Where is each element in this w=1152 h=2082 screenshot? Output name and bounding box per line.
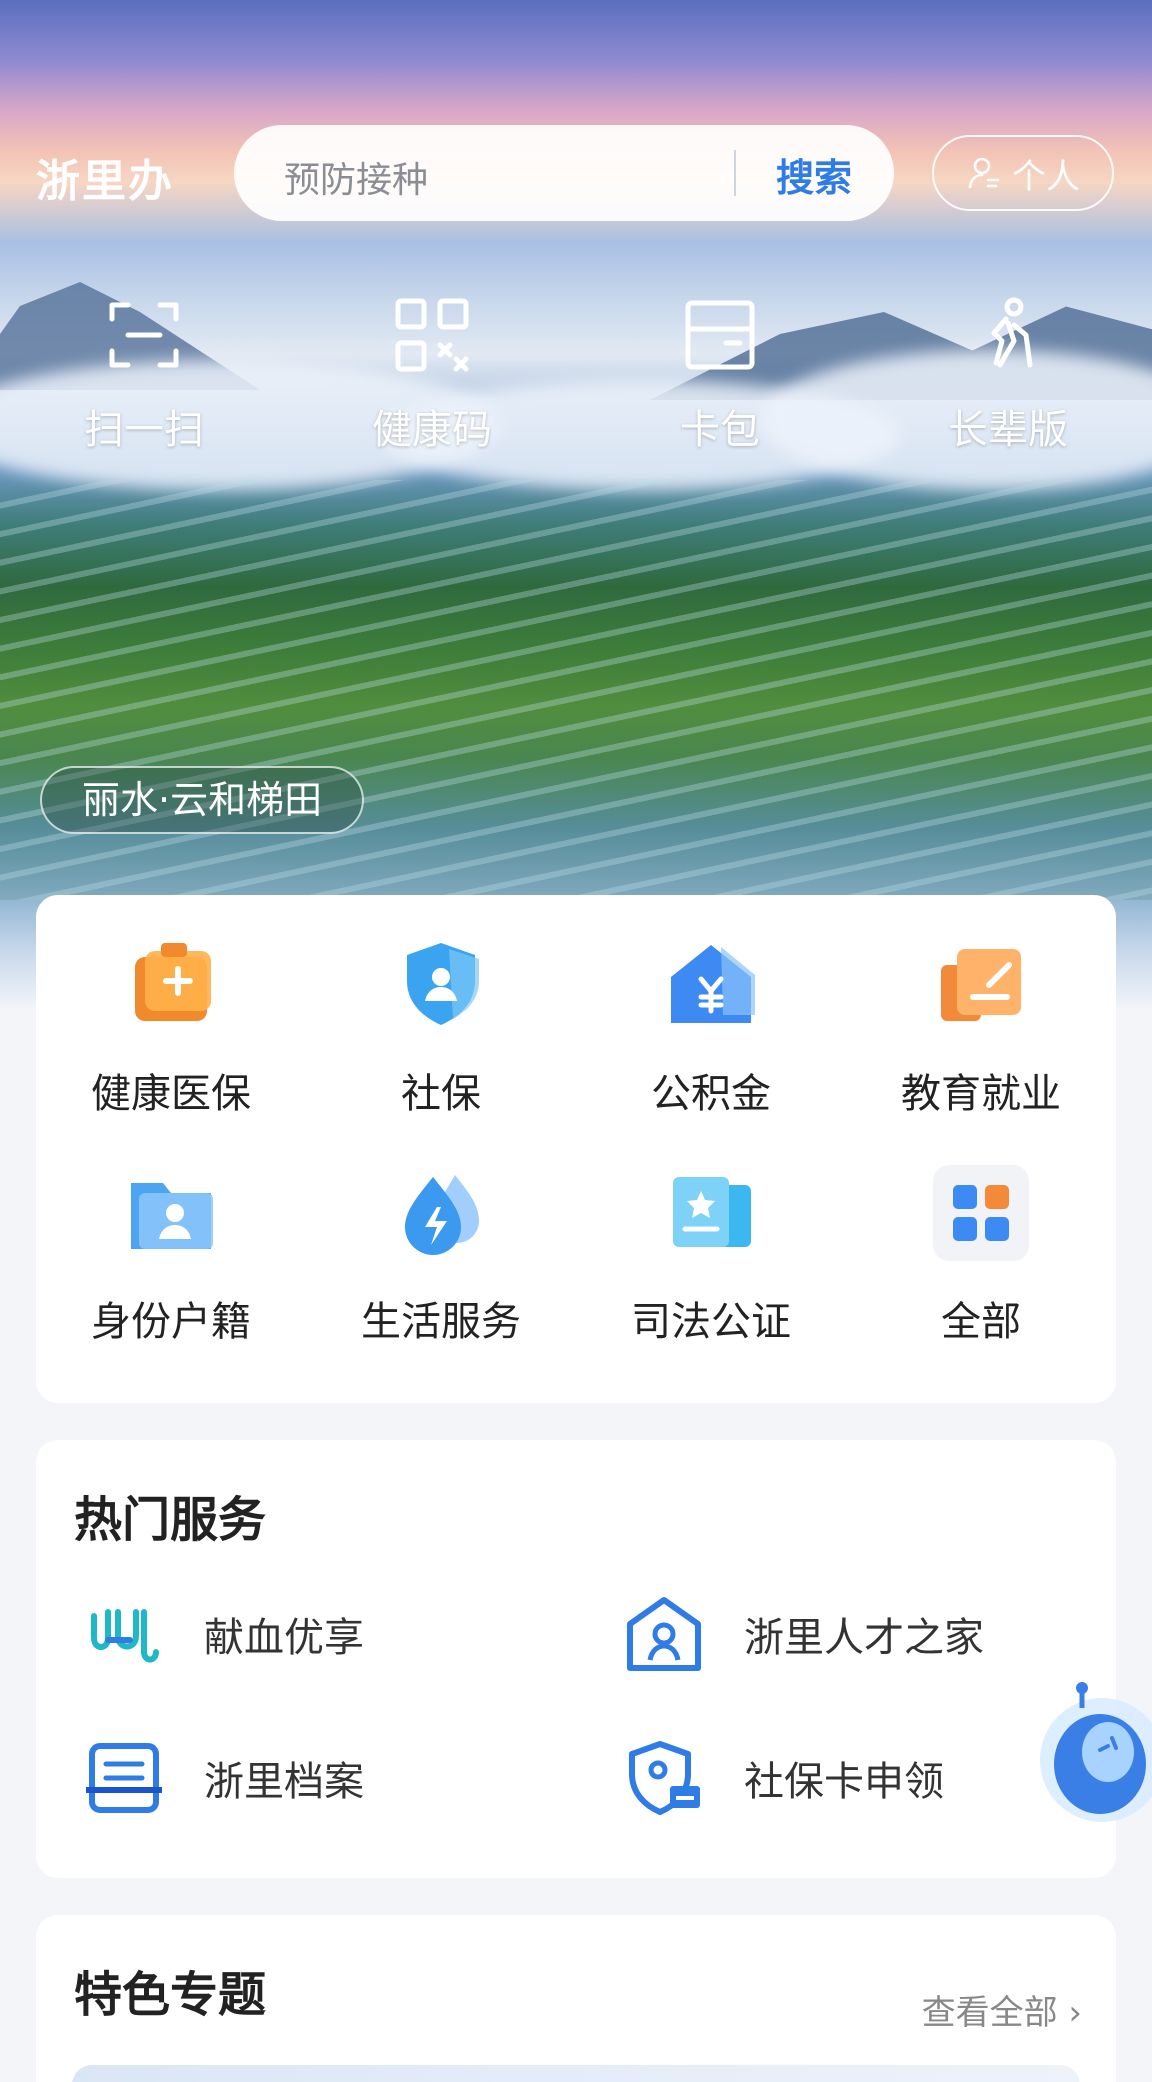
category-grid: 健康医保 社保 公积金 教育就业 身份户籍 生活服务 司法公证 全部 xyxy=(36,935,1116,1347)
featured-banner[interactable] xyxy=(72,2065,1080,2082)
talent-home-icon xyxy=(627,1597,701,1671)
service-category-card: 健康医保 社保 公积金 教育就业 身份户籍 生活服务 司法公证 全部 xyxy=(36,895,1116,1403)
hot-service-talent-home[interactable]: 浙里人才之家 xyxy=(576,1590,1116,1678)
quick-action-scan[interactable]: 扫一扫 xyxy=(0,295,288,455)
hot-service-label: 浙里人才之家 xyxy=(744,1615,984,1661)
quick-action-elder-mode[interactable]: 长辈版 xyxy=(864,295,1152,455)
category-label: 社保 xyxy=(401,1071,481,1117)
personal-label: 个人 xyxy=(1012,156,1080,197)
hot-service-label: 献血优享 xyxy=(204,1615,364,1661)
search-bar[interactable]: 预防接种 搜索 xyxy=(234,125,894,221)
personal-button[interactable]: 个人 xyxy=(932,135,1114,211)
blood-donation-icon xyxy=(91,1609,159,1663)
quick-action-health-code[interactable]: 健康码 xyxy=(288,295,576,455)
category-identity-household[interactable]: 身份户籍 xyxy=(36,1163,306,1347)
life-service-drop-icon xyxy=(405,1175,479,1255)
quick-action-label: 卡包 xyxy=(680,407,760,453)
category-judicial-notary[interactable]: 司法公证 xyxy=(576,1163,846,1347)
social-security-shield-icon xyxy=(407,943,479,1025)
elder-icon xyxy=(991,297,1033,368)
assistant-robot-icon[interactable] xyxy=(1022,1680,1152,1830)
category-all[interactable]: 全部 xyxy=(846,1163,1116,1347)
social-card-apply-icon xyxy=(629,1741,700,1815)
top-bar: 浙里办 预防接种 搜索 个人 xyxy=(0,125,1152,221)
category-social-security[interactable]: 社保 xyxy=(306,935,576,1119)
notary-icon xyxy=(673,1177,751,1247)
featured-topics-card: 特色专题 查看全部 › xyxy=(36,1915,1116,2082)
category-label: 全部 xyxy=(941,1299,1021,1345)
category-health-insurance[interactable]: 健康医保 xyxy=(36,935,306,1119)
card-wallet-icon xyxy=(685,300,755,370)
education-icon xyxy=(941,949,1021,1021)
category-education-employment[interactable]: 教育就业 xyxy=(846,935,1116,1119)
search-divider xyxy=(734,150,736,196)
all-grid-icon xyxy=(933,1165,1029,1261)
quick-action-label: 长辈版 xyxy=(948,407,1068,453)
chevron-right-icon: › xyxy=(1068,1993,1082,2033)
hot-services-card: 热门服务 献血优享 浙里人才之家 浙里档案 社保卡申领 xyxy=(36,1440,1116,1878)
hot-service-blood-donation[interactable]: 献血优享 xyxy=(36,1590,576,1678)
category-label: 身份户籍 xyxy=(91,1299,251,1345)
quick-action-label: 扫一扫 xyxy=(84,407,204,453)
view-all-link[interactable]: 查看全部 › xyxy=(922,1985,1082,2034)
app-home: 浙里办 预防接种 搜索 个人 扫一扫 健康码 卡包 长辈版 丽水·云和梯田 健康… xyxy=(0,0,1152,2082)
category-label: 司法公证 xyxy=(631,1299,791,1345)
qrcode-icon xyxy=(395,298,469,372)
category-label: 生活服务 xyxy=(361,1299,521,1345)
hot-service-archive[interactable]: 浙里档案 xyxy=(36,1734,576,1822)
category-housing-fund[interactable]: 公积金 xyxy=(576,935,846,1119)
app-logo: 浙里办 xyxy=(36,156,174,207)
section-title: 热门服务 xyxy=(74,1492,267,1548)
hot-service-label: 社保卡申领 xyxy=(744,1759,944,1805)
rice-terrace-texture xyxy=(0,480,1152,900)
hot-service-label: 浙里档案 xyxy=(204,1759,364,1805)
user-icon xyxy=(968,157,1000,189)
id-folder-icon xyxy=(131,1183,213,1249)
category-life-services[interactable]: 生活服务 xyxy=(306,1163,576,1347)
section-title: 特色专题 xyxy=(74,1967,267,2023)
scan-icon xyxy=(109,302,179,368)
hot-services-grid: 献血优享 浙里人才之家 浙里档案 社保卡申领 xyxy=(36,1590,1116,1822)
quick-action-card-wallet[interactable]: 卡包 xyxy=(576,295,864,455)
housing-fund-icon xyxy=(671,945,755,1023)
medical-kit-icon xyxy=(135,943,211,1021)
quick-action-label: 健康码 xyxy=(372,407,492,453)
archive-icon xyxy=(86,1743,162,1813)
category-label: 教育就业 xyxy=(901,1071,1061,1117)
quick-actions: 扫一扫 健康码 卡包 长辈版 xyxy=(0,295,1152,455)
search-input[interactable]: 预防接种 xyxy=(284,151,428,203)
category-label: 公积金 xyxy=(651,1071,771,1117)
view-all-label: 查看全部 xyxy=(921,1993,1058,2033)
search-button[interactable]: 搜索 xyxy=(754,147,874,202)
category-label: 健康医保 xyxy=(91,1071,251,1117)
location-tag: 丽水·云和梯田 xyxy=(40,766,365,834)
